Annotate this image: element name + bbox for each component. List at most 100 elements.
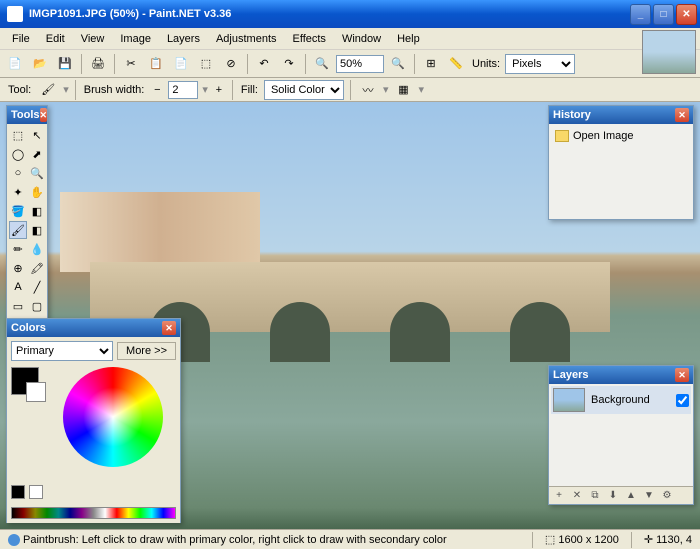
brush-increase-button[interactable]: + [212,79,226,101]
document-thumbnail[interactable] [642,30,696,74]
layer-props-button[interactable]: ⚙ [659,488,675,504]
undo-button[interactable]: ↶ [253,53,275,75]
menu-image[interactable]: Image [112,30,159,48]
history-panel-close[interactable]: ✕ [675,108,689,122]
fill-label: Fill: [239,84,260,96]
tools-panel-close[interactable]: ✕ [40,108,48,122]
layer-row[interactable]: Background [551,386,691,414]
rounded-rect-tool[interactable]: ▢ [28,297,46,315]
reset-colors-button[interactable] [29,485,43,499]
secondary-color-swatch[interactable] [26,382,46,402]
zoom-in-icon[interactable]: 🔍 [387,53,409,75]
open-button[interactable]: 📂 [29,53,51,75]
color-picker-tool[interactable]: 💧 [28,240,46,258]
cut-button[interactable]: ✂ [120,53,142,75]
dimensions-icon: ⬚ [545,533,555,546]
minimize-button[interactable]: _ [630,4,651,25]
menu-help[interactable]: Help [389,30,428,48]
layers-panel: Layers ✕ Background + ✕ ⧉ ⬇ ▲ ▼ ⚙ [548,365,694,505]
pan-tool[interactable]: ✋ [28,183,46,201]
blend-button[interactable]: ▦ [392,79,414,101]
add-layer-button[interactable]: + [551,488,567,504]
menu-view[interactable]: View [73,30,113,48]
window-titlebar: IMGP1091.JPG (50%) - Paint.NET v3.36 _ □… [0,0,700,28]
merge-layer-button[interactable]: ⬇ [605,488,621,504]
ellipse-select-tool[interactable]: ○ [9,164,27,182]
recolor-tool[interactable]: 🖍 [28,259,46,277]
menu-edit[interactable]: Edit [38,30,73,48]
brush-width-label: Brush width: [82,84,147,96]
brush-width-input[interactable] [168,81,198,99]
separator [631,532,632,548]
layer-name: Background [591,394,650,406]
move-selection-tool[interactable]: ⬈ [28,145,46,163]
paint-bucket-tool[interactable]: 🪣 [9,202,27,220]
menu-window[interactable]: Window [334,30,389,48]
antialias-button[interactable]: 〰 [357,79,379,101]
tool-options-bar: Tool: 🖌 ▾ Brush width: − ▾ + Fill: Solid… [0,78,700,102]
clone-tool[interactable]: ⊕ [9,259,27,277]
colors-more-button[interactable]: More >> [117,342,176,360]
tools-panel-header[interactable]: Tools ✕ [7,106,47,124]
separator [114,54,115,74]
magic-wand-tool[interactable]: ✦ [9,183,27,201]
menu-adjustments[interactable]: Adjustments [208,30,285,48]
colors-panel-close[interactable]: ✕ [162,321,176,335]
deselect-button[interactable]: ⊘ [220,53,242,75]
eraser-tool[interactable]: ◧ [28,221,46,239]
history-item[interactable]: Open Image [553,128,689,144]
pencil-tool[interactable]: ✏ [9,240,27,258]
history-panel-header[interactable]: History ✕ [549,106,693,124]
zoom-tool[interactable]: 🔍 [28,164,46,182]
units-select[interactable]: Pixels [505,54,575,74]
color-wheel[interactable] [63,367,163,467]
grid-button[interactable]: ⊞ [420,53,442,75]
crop-button[interactable]: ⬚ [195,53,217,75]
brush-decrease-button[interactable]: − [150,79,164,101]
maximize-button[interactable]: □ [653,4,674,25]
separator [305,54,306,74]
delete-layer-button[interactable]: ✕ [569,488,585,504]
color-palette[interactable] [11,507,176,519]
redo-button[interactable]: ↷ [278,53,300,75]
text-tool[interactable]: A [9,278,27,296]
print-button[interactable]: 🖨 [87,53,109,75]
swap-colors-button[interactable] [11,485,25,499]
layer-visibility-checkbox[interactable] [676,394,689,407]
separator [81,54,82,74]
lasso-tool[interactable]: ◯ [9,145,27,163]
tool-label: Tool: [6,84,33,96]
menu-effects[interactable]: Effects [285,30,334,48]
line-tool[interactable]: ╱ [28,278,46,296]
menu-file[interactable]: File [4,30,38,48]
layers-panel-header[interactable]: Layers ✕ [549,366,693,384]
main-toolbar: 📄 📂 💾 🖨 ✂ 📋 📄 ⬚ ⊘ ↶ ↷ 🔍 🔍 ⊞ 📏 Units: Pix… [0,50,700,78]
gradient-tool[interactable]: ◧ [28,202,46,220]
move-down-button[interactable]: ▼ [641,488,657,504]
duplicate-layer-button[interactable]: ⧉ [587,488,603,504]
move-up-button[interactable]: ▲ [623,488,639,504]
paste-button[interactable]: 📄 [170,53,192,75]
new-button[interactable]: 📄 [4,53,26,75]
paintbrush-tool[interactable]: 🖌 [9,221,27,239]
close-button[interactable]: ✕ [676,4,697,25]
move-tool[interactable]: ↖ [28,126,46,144]
zoom-out-icon[interactable]: 🔍 [311,53,333,75]
copy-button[interactable]: 📋 [145,53,167,75]
layers-panel-close[interactable]: ✕ [675,368,689,382]
help-icon[interactable] [8,534,20,546]
colors-panel-header[interactable]: Colors ✕ [7,319,180,337]
layers-toolbar: + ✕ ⧉ ⬇ ▲ ▼ ⚙ [549,486,693,504]
fill-select[interactable]: Solid Color [264,80,344,100]
color-mode-select[interactable]: Primary [11,341,113,361]
current-tool-icon[interactable]: 🖌 [37,79,59,101]
zoom-input[interactable] [336,55,384,73]
save-button[interactable]: 💾 [54,53,76,75]
rectangle-tool[interactable]: ▭ [9,297,27,315]
rect-select-tool[interactable]: ⬚ [9,126,27,144]
primary-color-swatch[interactable] [11,367,39,395]
image-dimensions: 1600 x 1200 [558,534,619,546]
ruler-button[interactable]: 📏 [445,53,467,75]
separator [414,54,415,74]
menu-layers[interactable]: Layers [159,30,208,48]
